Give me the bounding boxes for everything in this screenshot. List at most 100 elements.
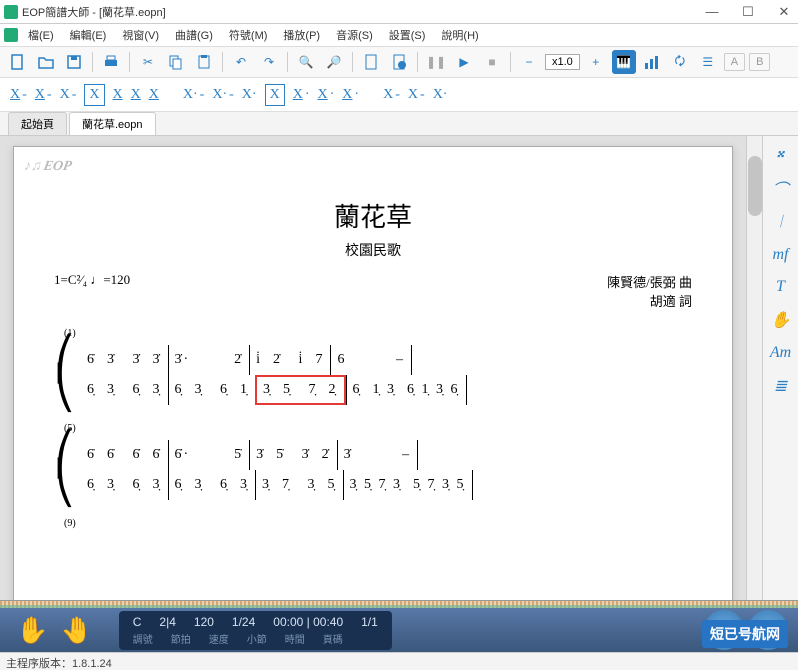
minimize-button[interactable]: —: [702, 4, 722, 20]
dynamics-icon[interactable]: mf: [773, 246, 789, 264]
note-duration-7[interactable]: X: [149, 87, 159, 103]
bar[interactable]: 6 –: [330, 345, 412, 375]
dotted-2[interactable]: X·-: [212, 87, 233, 103]
piano-icon[interactable]: 🎹: [612, 50, 636, 74]
bar[interactable]: 6̣ 1̣ 3̣ 6̣ 1̣ 3̣ 6̣: [346, 375, 467, 405]
zoom-in-icon[interactable]: 🔍: [294, 50, 318, 74]
vertical-scrollbar[interactable]: [746, 136, 762, 600]
window-controls: — ☐ ✕: [702, 4, 794, 20]
separator: [222, 52, 223, 72]
sheet-scroll[interactable]: ⬅ EOP 蘭花草 校園民歌 1=C²⁄₄ ♩=120 陳賢德/張弼 曲 胡適 …: [0, 136, 746, 600]
record-icon[interactable]: ☰: [696, 50, 720, 74]
bar-selected[interactable]: 3̣ 5̣ 7̣ 2̣: [255, 375, 346, 405]
menu-edit[interactable]: 編輯(E): [64, 25, 113, 45]
side-panel: 𝄪 ⌒ 𝄀 mf T ✋ Am ≣: [762, 136, 798, 600]
paste-icon[interactable]: [192, 50, 216, 74]
menu-score[interactable]: 曲譜(G): [169, 25, 219, 45]
barline-icon[interactable]: 𝄀: [780, 214, 781, 232]
menu-play[interactable]: 播放(P): [277, 25, 326, 45]
zoom-out-icon[interactable]: 🔎: [322, 50, 346, 74]
stop-icon[interactable]: ■: [480, 50, 504, 74]
maximize-button[interactable]: ☐: [738, 4, 758, 20]
note-duration-6[interactable]: X: [131, 87, 141, 103]
separator: [287, 52, 288, 72]
new-file-icon[interactable]: [6, 50, 30, 74]
speed-value[interactable]: x1.0: [545, 54, 580, 70]
dotted-1[interactable]: X·-: [183, 87, 204, 103]
note-duration-3[interactable]: X-: [60, 87, 77, 103]
menu-settings[interactable]: 設置(S): [383, 25, 432, 45]
menu-help[interactable]: 說明(H): [435, 25, 484, 45]
note-duration-1[interactable]: X-: [10, 87, 27, 103]
text-icon[interactable]: T: [776, 278, 785, 296]
copy-icon[interactable]: [164, 50, 188, 74]
bar[interactable]: 3̇ –: [337, 440, 419, 470]
bar[interactable]: 3̇· 2̇: [168, 345, 250, 375]
bar[interactable]: 6̇ 6̇ 6̇ 6̇: [81, 440, 168, 470]
rest-3[interactable]: X·: [433, 87, 448, 103]
accidental-icon[interactable]: 𝄪: [777, 144, 784, 162]
save-icon[interactable]: [62, 50, 86, 74]
page-icon[interactable]: [359, 50, 383, 74]
note-duration-5[interactable]: X: [113, 87, 123, 103]
menu-file[interactable]: 檔(E): [22, 25, 60, 45]
cut-icon[interactable]: ✂: [136, 50, 160, 74]
tab-file[interactable]: 蘭花草.eopn: [69, 112, 156, 135]
metronome-icon[interactable]: 🗘: [668, 50, 692, 74]
print-icon[interactable]: [99, 50, 123, 74]
bar[interactable]: 3̣ 5̣ 7̣ 3̣ 5̣ 7̣ 3̣ 5̣: [343, 470, 473, 500]
time-label: 時間: [285, 631, 305, 646]
speed-up-icon[interactable]: +: [584, 50, 608, 74]
close-button[interactable]: ✕: [774, 4, 794, 20]
menu-icon: [4, 28, 18, 42]
bar[interactable]: 6̣ 3̣ 6̣ 3̣: [168, 470, 256, 500]
music-sheet[interactable]: EOP 蘭花草 校園民歌 1=C²⁄₄ ♩=120 陳賢德/張弼 曲 胡適 詞 …: [13, 146, 733, 600]
loop-b-button[interactable]: B: [749, 53, 770, 71]
dotted-7[interactable]: X·: [342, 87, 359, 103]
menu-symbol[interactable]: 符號(M): [223, 25, 274, 45]
info-values: C 2|4 120 1/24 00:00 | 00:40 1/1: [133, 615, 378, 629]
rest-2[interactable]: X-: [408, 87, 425, 103]
bar[interactable]: 6̇ 3̇ 3̇ 3̇: [81, 345, 168, 375]
loop-a-button[interactable]: A: [724, 53, 745, 71]
bar[interactable]: 6̣ 3̣ 6̣ 3̣: [81, 470, 168, 500]
note-duration-4[interactable]: X: [84, 84, 104, 106]
dotted-3[interactable]: X·: [242, 87, 257, 103]
lines-icon[interactable]: ≣: [774, 376, 787, 396]
dotted-5[interactable]: X·: [293, 87, 310, 103]
open-file-icon[interactable]: [34, 50, 58, 74]
fingering-icon[interactable]: ✋: [771, 310, 791, 330]
page-refresh-icon[interactable]: [387, 50, 411, 74]
dotted-4[interactable]: X: [265, 84, 285, 106]
speed-down-icon[interactable]: −: [517, 50, 541, 74]
undo-icon[interactable]: ↶: [229, 50, 253, 74]
bar[interactable]: 6̇· 5̇: [168, 440, 250, 470]
play-icon[interactable]: ▶: [452, 50, 476, 74]
tie-icon[interactable]: ⌒: [772, 176, 788, 200]
bar[interactable]: i̇ 2̇ i̇ 7: [249, 345, 330, 375]
mixer-icon[interactable]: [640, 50, 664, 74]
pause-icon[interactable]: ❚❚: [424, 50, 448, 74]
left-hand-icon[interactable]: ✋: [16, 615, 48, 646]
bass-line: 6̣ 3̣ 6̣ 3̣ 6̣ 3̣ 6̣ 1̣ 3̣ 5̣ 7̣ 2̣ 6̣ 1…: [81, 375, 467, 405]
bar[interactable]: 6̣ 3̣ 6̣ 1̣: [168, 375, 256, 405]
composer: 陳賢德/張弼 曲: [607, 272, 692, 291]
right-hand-icon[interactable]: ✋: [60, 615, 92, 646]
main-toolbar: ✂ ↶ ↷ 🔍 🔎 ❚❚ ▶ ■ − x1.0 + 🎹 🗘 ☰ A B: [0, 46, 798, 78]
chord-icon[interactable]: Am: [770, 344, 791, 362]
content-area: ⬅ EOP 蘭花草 校園民歌 1=C²⁄₄ ♩=120 陳賢德/張弼 曲 胡適 …: [0, 136, 798, 600]
tempo-value: 120: [194, 615, 214, 629]
rest-1[interactable]: X-: [383, 87, 400, 103]
eop-watermark: EOP: [23, 159, 73, 175]
redo-icon[interactable]: ↷: [257, 50, 281, 74]
dotted-6[interactable]: X·: [318, 87, 335, 103]
menu-view[interactable]: 視窗(V): [116, 25, 165, 45]
bar[interactable]: 6̣ 3̣ 6̣ 3̣: [81, 375, 168, 405]
note-duration-2[interactable]: X-: [35, 87, 52, 103]
bar[interactable]: 3̣ 7̣ 3̣ 5̣: [255, 470, 343, 500]
menu-sound[interactable]: 音源(S): [330, 25, 379, 45]
bar[interactable]: 3̇ 5̇ 3̇ 2̇: [249, 440, 337, 470]
tab-start[interactable]: 起始頁: [8, 112, 67, 135]
scrollbar-thumb[interactable]: [748, 156, 762, 216]
staff-system: 6̇ 3̇ 3̇ 3̇ 3̇· 2̇ i̇ 2̇ i̇ 7 6 – 6̣ 3̣ …: [81, 345, 467, 405]
